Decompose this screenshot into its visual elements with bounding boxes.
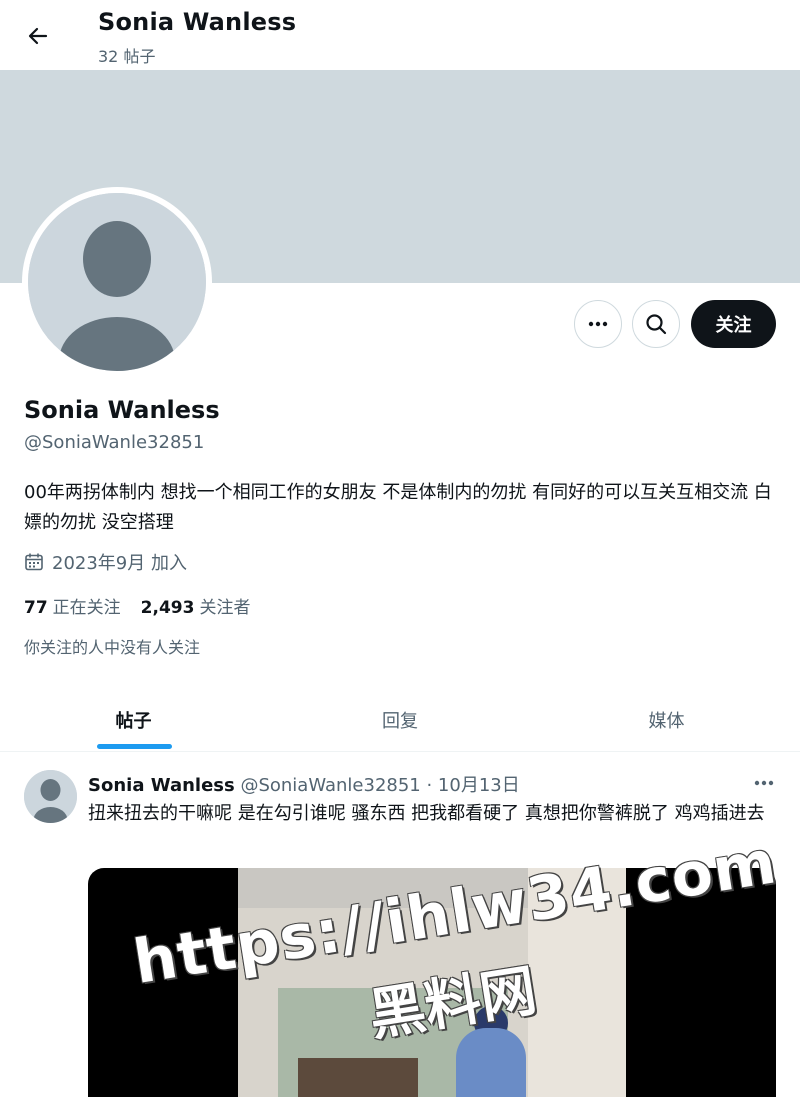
post-count: 32 帖子 [98, 47, 156, 66]
active-tab-indicator [97, 744, 172, 749]
watermark-overlay: https://ihlw34.com 黑料网 [129, 827, 781, 1050]
tab-replies[interactable]: 回复 [267, 688, 533, 751]
tweet-more-button[interactable] [750, 772, 778, 794]
followers-count: 2,493 [140, 598, 195, 618]
follow-button[interactable]: 关注 [691, 300, 776, 348]
profile-bio: 00年两拐体制内 想找一个相同工作的女朋友 不是体制内的勿扰 有同好的可以互关互… [24, 482, 772, 533]
profile-avatar[interactable] [22, 187, 212, 377]
follow-stats: 77 正在关注 2,493 关注者 [24, 593, 250, 618]
followers-label: 关注者 [199, 598, 251, 618]
profile-handle: @SoniaWanle32851 [24, 432, 205, 453]
tweet-header: Sonia Wanless @SoniaWanle32851 · 10月13日 [88, 771, 520, 797]
calendar-icon [25, 553, 43, 571]
following-label: 正在关注 [52, 598, 121, 618]
followers-link[interactable]: 2,493 关注者 [141, 593, 251, 618]
join-date: 2023年9月 加入 [24, 549, 187, 575]
watermark-text: 黑料网 [364, 958, 541, 1049]
default-avatar-icon [28, 193, 206, 371]
profile-name: Sonia Wanless [24, 396, 220, 424]
page-title: Sonia Wanless [98, 8, 297, 36]
profile-tabs: 帖子 回复 媒体 [0, 688, 800, 752]
search-button[interactable] [632, 300, 680, 348]
default-avatar-icon [24, 770, 77, 823]
search-icon [646, 314, 667, 335]
tweet-author-handle-date[interactable]: @SoniaWanle32851 · 10月13日 [240, 775, 519, 796]
following-link[interactable]: 77 正在关注 [24, 593, 121, 618]
tweet-author-name[interactable]: Sonia Wanless [88, 775, 235, 796]
tweet-avatar[interactable] [24, 770, 77, 823]
back-button[interactable] [20, 18, 56, 54]
tab-posts[interactable]: 帖子 [0, 688, 267, 751]
more-options-button[interactable] [574, 300, 622, 348]
followed-by-note: 你关注的人中没有人关注 [24, 638, 201, 657]
video-scene-counter [298, 1058, 418, 1097]
join-date-text: 2023年9月 加入 [52, 553, 187, 574]
arrow-left-icon [28, 27, 48, 45]
tweet-text: 扭来扭去的干嘛呢 是在勾引谁呢 骚东西 把我都看硬了 真想把你警裤脱了 鸡鸡插进… [88, 803, 765, 824]
more-horizontal-icon [588, 321, 608, 327]
top-bar: Sonia Wanless 32 帖子 [0, 0, 800, 70]
more-horizontal-icon [754, 780, 774, 786]
tab-media[interactable]: 媒体 [533, 688, 800, 751]
following-count: 77 [24, 598, 48, 618]
